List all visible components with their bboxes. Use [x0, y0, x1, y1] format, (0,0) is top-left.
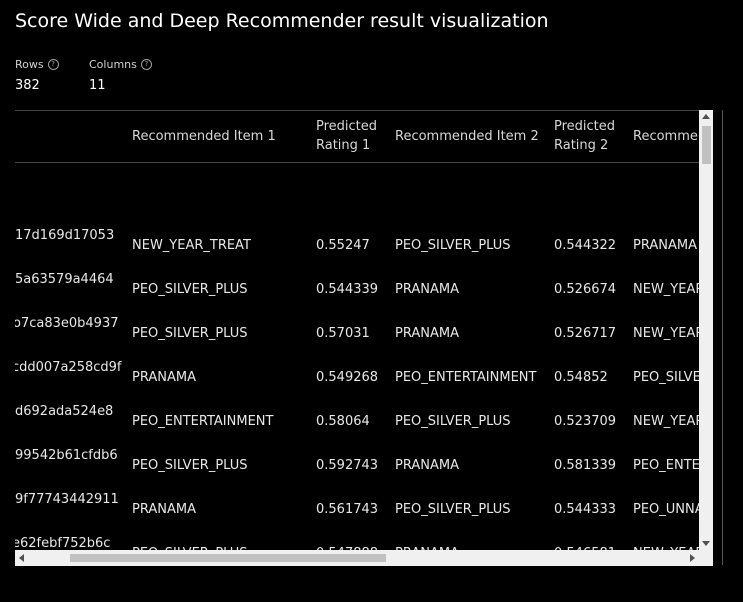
user-id-cell: 99542b61cfdb6 [15, 448, 118, 463]
recommended-item-1-cell: PRANAMA [132, 502, 196, 517]
user-id-cell: o7ca83e0b4937 [15, 316, 119, 331]
horizontal-scrollbar[interactable] [15, 550, 713, 566]
recommended-item-2-cell: PRANAMA [395, 282, 459, 297]
header-divider [15, 162, 701, 163]
rows-label: Rows [15, 58, 44, 71]
recommended-item-1-cell: PRANAMA [132, 370, 196, 385]
vertical-scroll-thumb[interactable] [702, 126, 711, 164]
predicted-rating-2-cell: 0.544333 [554, 502, 617, 517]
user-id-cell: 9f77743442911 [15, 492, 119, 507]
predicted-rating-2-cell: 0.54852 [554, 370, 608, 385]
predicted-rating-1-cell: 0.58064 [316, 414, 370, 429]
grid-top-divider [15, 110, 713, 111]
recommended-item-2-cell: PEO_SILVER_PLUS [395, 238, 511, 253]
recommended-item-1-cell: PEO_SILVER_PLUS [132, 458, 248, 473]
predicted-rating-2-cell: 0.544322 [554, 238, 617, 253]
column-header-recommended-item-1[interactable]: Recommended Item 1 [132, 116, 276, 156]
user-id-cell: 5a63579a4464 [15, 272, 114, 287]
recommended-item-1-cell: NEW_YEAR_TREAT [132, 238, 251, 253]
scroll-up-arrow-icon[interactable] [702, 114, 710, 119]
help-icon[interactable]: ? [140, 59, 152, 70]
recommended-item-2-cell: PRANAMA [395, 326, 459, 341]
column-header-recommended-item-2[interactable]: Recommended Item 2 [395, 116, 539, 156]
predicted-rating-1-cell: 0.561743 [316, 502, 379, 517]
predicted-rating-1-cell: 0.57031 [316, 326, 370, 341]
rows-stat-label: Rows ? [15, 58, 59, 71]
recommended-item-2-cell: PEO_SILVER_PLUS [395, 414, 511, 429]
results-grid: Recommended Item 1 Predicted Rating 1 Re… [15, 110, 713, 565]
recommended-item-2-cell: PRANAMA [395, 458, 459, 473]
column-header-predicted-rating-1[interactable]: Predicted Rating 1 [316, 116, 386, 156]
vertical-scrollbar[interactable] [699, 110, 713, 550]
rows-value: 382 [15, 78, 40, 93]
columns-value: 11 [89, 78, 106, 93]
recommended-item-1-cell: PEO_ENTERTAINMENT [132, 414, 274, 429]
predicted-rating-1-cell: 0.592743 [316, 458, 379, 473]
recommended-item-3-cell: PRANAMA [633, 238, 697, 253]
predicted-rating-2-cell: 0.581339 [554, 458, 617, 473]
recommended-item-2-cell: PEO_SILVER_PLUS [395, 502, 511, 517]
recommended-item-2-cell: PEO_ENTERTAINMENT [395, 370, 537, 385]
predicted-rating-1-cell: 0.544339 [316, 282, 379, 297]
column-header-predicted-rating-2[interactable]: Predicted Rating 2 [554, 116, 624, 156]
predicted-rating-1-cell: 0.549268 [316, 370, 379, 385]
user-id-cell: d692ada524e8 [15, 404, 114, 419]
predicted-rating-2-cell: 0.526717 [554, 326, 617, 341]
predicted-rating-2-cell: 0.523709 [554, 414, 617, 429]
recommended-item-1-cell: PEO_SILVER_PLUS [132, 326, 248, 341]
scroll-left-arrow-icon[interactable] [19, 554, 24, 562]
user-id-cell: 17d169d17053 [15, 228, 115, 243]
recommended-item-3-cell: PEO_ENTER [633, 458, 709, 473]
recommended-item-3-cell: NEW_YEAR [633, 282, 705, 297]
grid-right-border [722, 110, 723, 565]
predicted-rating-2-cell: 0.526674 [554, 282, 617, 297]
help-icon[interactable]: ? [47, 59, 59, 70]
predicted-rating-1-cell: 0.55247 [316, 238, 370, 253]
user-id-cell: cdd007a258cd9f [15, 360, 122, 375]
scroll-right-arrow-icon[interactable] [690, 554, 695, 562]
recommended-item-3-cell: NEW_YEAR [633, 414, 705, 429]
recommended-item-1-cell: PEO_SILVER_PLUS [132, 282, 248, 297]
scroll-down-arrow-icon[interactable] [702, 541, 710, 546]
user-id-cell: e62febf752b6c [15, 536, 111, 551]
columns-label: Columns [89, 58, 137, 71]
recommended-item-3-cell: PEO_UNNA [633, 502, 704, 517]
columns-stat-label: Columns ? [89, 58, 152, 71]
recommended-item-3-cell: NEW_YEAR [633, 326, 705, 341]
horizontal-scroll-thumb[interactable] [70, 554, 386, 562]
page-title: Score Wide and Deep Recommender result v… [15, 10, 549, 32]
